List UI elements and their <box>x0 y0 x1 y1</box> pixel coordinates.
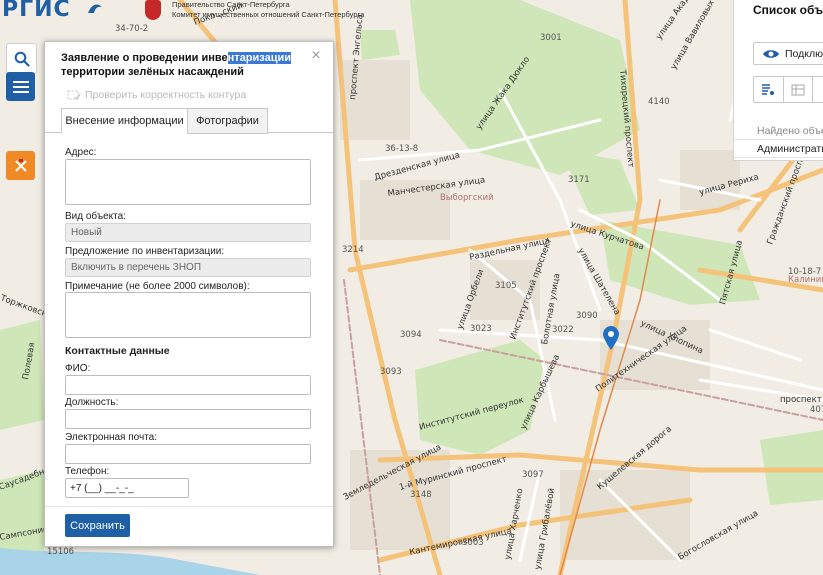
position-field[interactable] <box>65 409 311 429</box>
spb-emblem-icon <box>14 158 27 172</box>
svg-text:3214: 3214 <box>342 245 364 255</box>
hamburger-icon <box>12 80 29 93</box>
spb-layer-button[interactable] <box>6 151 35 180</box>
panel-divider <box>734 139 823 140</box>
svg-text:15106: 15106 <box>47 547 74 557</box>
svg-text:3022: 3022 <box>552 325 574 335</box>
proposal-label: Предложение по инвентаризации: <box>65 246 225 257</box>
spb-coat-of-arms-icon <box>145 0 161 20</box>
search-icon <box>14 51 30 67</box>
proposal-field: Включить в перечень ЗНОП <box>65 258 311 277</box>
svg-text:4140: 4140 <box>648 97 670 107</box>
admin-filter[interactable]: Администрати <box>757 143 823 155</box>
svg-text:3001: 3001 <box>540 33 562 43</box>
object-type-label: Вид объекта: <box>65 211 126 222</box>
svg-text:3105: 3105 <box>495 281 517 291</box>
connect-button[interactable]: Подклю <box>753 42 823 65</box>
list-edit-button[interactable] <box>754 77 784 102</box>
phone-label: Телефон: <box>65 466 110 477</box>
footer-divider <box>45 506 333 507</box>
svg-text:3090: 3090 <box>576 311 598 321</box>
fio-field[interactable] <box>65 375 311 395</box>
logo-text: РГИС <box>2 0 71 22</box>
check-contour-button[interactable]: Проверить корректность контура <box>67 88 246 102</box>
svg-text:3097: 3097 <box>522 470 544 480</box>
svg-text:3094: 3094 <box>400 330 422 340</box>
svg-text:Выборгский: Выборгский <box>440 193 494 203</box>
selected-title-text: нтаризации <box>227 52 292 64</box>
note-label: Примечание (не более 2000 символов): <box>65 281 250 292</box>
dialog-title: Заявление о проведении инвентаризации тер… <box>61 52 292 78</box>
phone-field[interactable]: +7 (__) __-_-_ <box>65 478 189 498</box>
svg-text:10-18-7: 10-18-7 <box>788 267 821 277</box>
contacts-title: Контактные данные <box>65 345 170 357</box>
eye-icon <box>763 49 779 58</box>
table-button[interactable] <box>784 77 814 102</box>
svg-text:407: 407 <box>810 405 823 415</box>
inventory-application-dialog: Заявление о проведении инвентаризации тер… <box>44 41 334 547</box>
svg-text:проспект Непокорённых: проспект Непокорённых <box>780 395 823 405</box>
svg-text:3148: 3148 <box>410 490 432 500</box>
note-field[interactable] <box>65 292 311 338</box>
found-count: Найдено объе <box>757 125 823 137</box>
search-button[interactable] <box>6 43 37 74</box>
svg-text:3093: 3093 <box>380 367 402 377</box>
svg-text:3003: 3003 <box>462 538 484 548</box>
panel-divider-2 <box>734 157 823 158</box>
close-icon[interactable]: × <box>309 48 323 64</box>
svg-text:36-13-8: 36-13-8 <box>385 144 418 154</box>
email-label: Электронная почта: <box>65 432 158 443</box>
svg-text:3023: 3023 <box>470 324 492 334</box>
fio-label: ФИО: <box>65 363 91 374</box>
list-pin-icon <box>762 83 775 95</box>
object-list-panel: Список объек Подклю Найдено объе Админис… <box>733 0 823 161</box>
address-label: Адрес: <box>65 147 97 158</box>
more-button[interactable] <box>813 77 823 102</box>
svg-text:34-70-2: 34-70-2 <box>115 24 148 34</box>
contour-check-icon <box>67 90 81 101</box>
position-label: Должность: <box>65 397 119 408</box>
table-icon <box>791 84 805 95</box>
svg-text:3171: 3171 <box>568 175 590 185</box>
object-type-field: Новый <box>65 223 311 242</box>
government-title: Правительство Санкт-Петербурга Комитет и… <box>172 0 365 19</box>
panel-title: Список объек <box>753 3 823 17</box>
save-button[interactable]: Сохранить <box>65 514 130 537</box>
panel-icon-toolbar <box>753 76 823 103</box>
menu-button[interactable] <box>6 72 35 101</box>
address-field[interactable] <box>65 159 311 205</box>
email-field[interactable] <box>65 444 311 464</box>
tab-information[interactable]: Внесение информации <box>61 108 188 134</box>
logo-bird-icon <box>88 4 102 13</box>
tab-photos[interactable]: Фотографии <box>187 108 268 134</box>
